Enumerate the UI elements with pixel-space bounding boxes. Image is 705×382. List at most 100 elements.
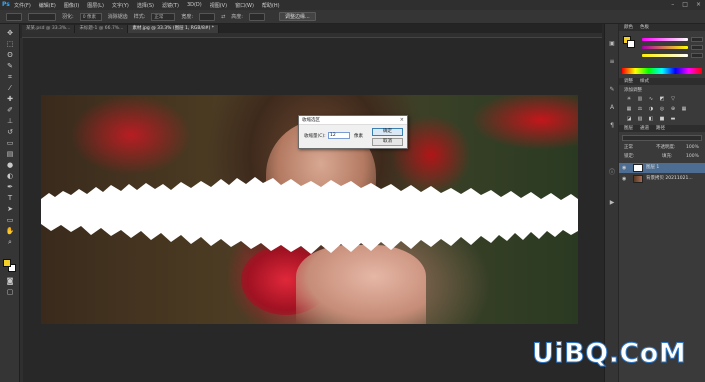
stamp-icon[interactable]: ⊥ [5, 116, 15, 126]
red-value[interactable] [691, 37, 703, 42]
feather-input[interactable]: 0 像素 [79, 12, 102, 21]
type-icon[interactable]: T [5, 193, 15, 203]
document-tab[interactable]: 某某.psd @ 33.3%... [22, 25, 76, 33]
posterize-icon[interactable]: ▧ [636, 116, 644, 122]
move-icon[interactable]: ✥ [5, 28, 15, 38]
lasso-icon[interactable]: ʘ [5, 50, 15, 60]
foreground-color-swatch[interactable] [3, 259, 11, 267]
antialias-checkbox[interactable]: 消除锯齿 [108, 13, 128, 20]
tab-layers[interactable]: 图层 [621, 125, 636, 132]
minimize-icon[interactable]: – [671, 1, 674, 8]
brush-icon[interactable]: ✐ [5, 105, 15, 115]
layer-row[interactable]: ◉ 背景拷贝 20211021... [619, 174, 705, 184]
path-select-icon[interactable]: ➤ [5, 204, 15, 214]
dodge-icon[interactable]: ◐ [5, 171, 15, 181]
color-spectrum[interactable] [622, 68, 702, 74]
threshold-icon[interactable]: ◧ [647, 116, 655, 122]
tool-preset-picker[interactable] [6, 12, 22, 21]
opacity-value[interactable]: 100% [683, 144, 702, 151]
tab-color[interactable]: 颜色 [621, 24, 636, 31]
visibility-eye-icon[interactable]: ◉ [622, 174, 626, 184]
crop-icon[interactable]: ⌗ [5, 72, 15, 82]
menu-image[interactable]: 图像(I) [64, 2, 79, 9]
healing-icon[interactable]: ✚ [5, 94, 15, 104]
menu-layer[interactable]: 图层(L) [87, 2, 104, 9]
tab-adjustments[interactable]: 调整 [621, 78, 636, 85]
hand-icon[interactable]: ✋ [5, 226, 15, 236]
menu-select[interactable]: 选择(S) [137, 2, 154, 9]
green-slider[interactable] [642, 46, 688, 49]
menu-edit[interactable]: 编辑(E) [39, 2, 56, 9]
menu-help[interactable]: 帮助(H) [262, 2, 280, 9]
selective-color-icon[interactable]: ■ [658, 116, 666, 122]
black-white-icon[interactable]: ◑ [647, 106, 655, 112]
quick-mask-icon[interactable]: ◙ [5, 276, 15, 286]
quick-select-icon[interactable]: ✎ [5, 61, 15, 71]
document-tab[interactable]: 未标题-1 @ 66.7%... [75, 25, 129, 33]
color-lookup-icon[interactable]: ▦ [680, 106, 688, 112]
hue-saturation-icon[interactable]: ▦ [625, 106, 633, 112]
shape-icon[interactable]: ▭ [5, 215, 15, 225]
color-balance-icon[interactable]: ⚖ [636, 106, 644, 112]
blue-slider[interactable] [642, 54, 688, 57]
levels-icon[interactable]: ▥ [636, 96, 644, 102]
photo-filter-icon[interactable]: ◎ [658, 106, 666, 112]
brush-settings-icon[interactable]: ✎ [608, 86, 616, 94]
lock-label: 锁定: [624, 154, 635, 159]
close-icon[interactable]: × [696, 1, 701, 8]
style-select[interactable]: 正常 [151, 12, 176, 21]
width-input[interactable] [199, 12, 216, 21]
blue-value[interactable] [691, 53, 703, 58]
zoom-icon[interactable]: ⌕ [5, 237, 15, 247]
marquee-icon[interactable]: ⬚ [5, 39, 15, 49]
background-color-swatch[interactable] [627, 40, 635, 48]
menu-type[interactable]: 文字(Y) [112, 2, 129, 9]
eraser-icon[interactable]: ▭ [5, 138, 15, 148]
menu-filter[interactable]: 滤镜(T) [162, 2, 179, 9]
history-icon[interactable]: ▣ [608, 40, 616, 48]
tab-paths[interactable]: 路径 [653, 125, 668, 132]
gradient-icon[interactable]: ▤ [5, 149, 15, 159]
actions-icon[interactable]: ▶ [608, 199, 616, 207]
info-icon[interactable]: ⓘ [608, 169, 616, 177]
invert-icon[interactable]: ◪ [625, 116, 633, 122]
menu-file[interactable]: 文件(F) [14, 2, 31, 9]
menu-3d[interactable]: 3D(D) [187, 2, 202, 8]
tab-channels[interactable]: 通道 [637, 125, 652, 132]
tab-styles[interactable]: 样式 [637, 78, 652, 85]
character-icon[interactable]: A [608, 104, 616, 112]
swap-icon[interactable]: ⇄ [221, 14, 225, 20]
red-slider[interactable] [642, 38, 688, 41]
refine-edge-button[interactable]: 调整边缘... [278, 12, 316, 21]
fill-value[interactable]: 100% [683, 153, 702, 160]
brightness-icon[interactable]: ☀ [625, 96, 633, 102]
exposure-icon[interactable]: ◩ [658, 96, 666, 102]
history-brush-icon[interactable]: ↺ [5, 127, 15, 137]
gradient-map-icon[interactable]: ▬ [669, 116, 677, 122]
maximize-icon[interactable]: □ [682, 1, 688, 8]
pen-icon[interactable]: ✒ [5, 182, 15, 192]
layer-row[interactable]: ◉ 图层 1 [619, 163, 705, 173]
tab-swatches[interactable]: 色板 [637, 24, 652, 31]
selection-mode-buttons[interactable] [28, 12, 56, 21]
document-tab-active[interactable]: 素材.jpg @ 33.3% (图层 1, RGB/8#) * [128, 25, 220, 33]
eyedropper-icon[interactable]: ⁄ [5, 83, 15, 93]
channel-mixer-icon[interactable]: ⊕ [669, 106, 677, 112]
menu-view[interactable]: 视图(V) [210, 2, 227, 9]
paragraph-icon[interactable]: ¶ [608, 122, 616, 130]
ok-button[interactable]: 确定 [372, 128, 403, 136]
properties-icon[interactable]: ≡ [608, 58, 616, 66]
layer-filter[interactable] [622, 135, 702, 141]
height-input[interactable] [248, 12, 265, 21]
contract-by-input[interactable]: 12 [328, 132, 350, 139]
screen-mode-icon[interactable]: ▢ [5, 287, 15, 297]
cancel-button[interactable]: 取消 [372, 138, 403, 146]
green-value[interactable] [691, 45, 703, 50]
menu-window[interactable]: 窗口(W) [235, 2, 254, 9]
blend-mode-select[interactable]: 正常 [621, 144, 636, 151]
vibrance-icon[interactable]: ▽ [669, 96, 677, 102]
close-icon[interactable]: × [400, 116, 404, 125]
curves-icon[interactable]: ∿ [647, 96, 655, 102]
blur-icon[interactable]: ● [5, 160, 15, 170]
visibility-eye-icon[interactable]: ◉ [622, 163, 626, 173]
